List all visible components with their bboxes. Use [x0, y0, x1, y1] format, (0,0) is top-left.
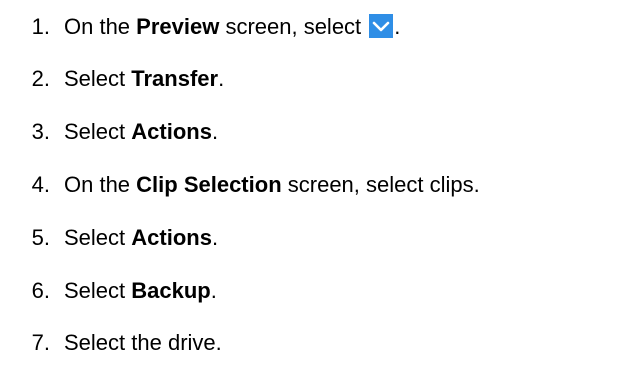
step-text-post: . — [211, 119, 219, 144]
step-text-pre: Select — [64, 225, 132, 250]
step-number: 3. — [31, 119, 50, 144]
step-2: 2. Select Transfer. — [0, 64, 225, 94]
step-3: 3. Select Actions. — [0, 117, 218, 147]
step-text: Select Actions. — [50, 223, 218, 253]
step-text-pre: Select — [64, 278, 132, 303]
step-text: Select Actions. — [50, 117, 218, 147]
step-emphasis: Transfer — [131, 66, 219, 91]
step-text-post: . — [218, 66, 225, 91]
step-1: 1. On the Preview screen, select . — [0, 12, 401, 42]
step-text-pre: Select — [64, 119, 132, 144]
step-number: 6. — [31, 278, 50, 303]
step-6: 6. Select Backup. — [0, 276, 217, 306]
step-text-pre: Select — [64, 66, 132, 91]
step-text-pre: On the — [64, 14, 137, 39]
step-7: 7. Select the drive. — [0, 328, 222, 358]
step-text-pre: Select the drive. — [64, 330, 222, 355]
step-number: 7. — [31, 330, 50, 355]
step-number: 2. — [31, 66, 50, 91]
step-emphasis: Preview — [136, 14, 220, 39]
step-emphasis: Actions — [131, 119, 212, 144]
step-text: Select Transfer. — [50, 64, 224, 94]
step-text: Select the drive. — [50, 328, 222, 358]
step-text-end: . — [394, 14, 401, 39]
step-text-post: screen, select clips. — [281, 172, 480, 197]
step-5: 5. Select Actions. — [0, 223, 218, 253]
chevron-down-icon — [369, 14, 394, 39]
step-4: 4. On the Clip Selection screen, select … — [0, 170, 480, 200]
step-number: 4. — [31, 172, 50, 197]
step-emphasis: Clip Selection — [136, 172, 282, 197]
step-text-post: . — [211, 225, 219, 250]
step-text: On the Clip Selection screen, select cli… — [50, 170, 480, 200]
step-emphasis: Backup — [131, 278, 211, 303]
step-text-post: . — [210, 278, 217, 303]
step-text-post: screen, select — [219, 14, 368, 39]
step-number: 5. — [31, 225, 50, 250]
step-emphasis: Actions — [131, 225, 212, 250]
step-text-pre: On the — [64, 172, 137, 197]
step-text: On the Preview screen, select . — [50, 12, 400, 42]
step-number: 1. — [31, 14, 50, 39]
step-text: Select Backup. — [50, 276, 217, 306]
